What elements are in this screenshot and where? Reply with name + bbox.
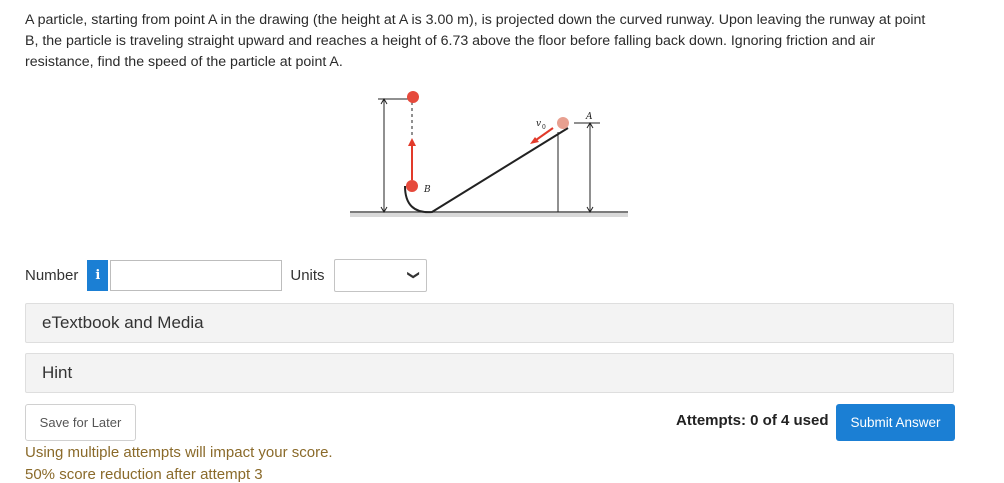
submit-answer-button[interactable]: Submit Answer <box>836 404 955 441</box>
hint-label: Hint <box>42 363 73 382</box>
hint-panel[interactable]: Hint <box>25 353 954 393</box>
label-a: A <box>585 112 593 122</box>
answer-row: Number i Units ❯ <box>25 259 427 292</box>
label-v0: v <box>536 119 541 129</box>
number-label: Number <box>25 267 79 284</box>
save-for-later-button[interactable]: Save for Later <box>25 404 136 441</box>
runway-curve <box>404 127 569 214</box>
label-v0-subscript: 0 <box>542 124 546 131</box>
attempts-count: Attempts: 0 of 4 used <box>676 412 829 429</box>
label-b: B <box>423 185 431 195</box>
etextbook-panel[interactable]: eTextbook and Media <box>25 303 954 343</box>
number-input[interactable] <box>110 260 283 291</box>
question-text: A particle, starting from point A in the… <box>25 12 926 70</box>
ball-top <box>407 91 419 103</box>
info-icon[interactable]: i <box>87 260 109 291</box>
etextbook-label: eTextbook and Media <box>42 313 204 332</box>
units-label: Units <box>290 267 325 284</box>
chevron-down-icon: ❯ <box>407 269 422 281</box>
attempts-warning: Using multiple attempts will impact your… <box>25 444 333 461</box>
ball-a <box>557 117 569 129</box>
score-reduction-note: 50% score reduction after attempt 3 <box>25 466 263 483</box>
units-select[interactable]: ❯ <box>333 259 427 292</box>
runway-diagram: A B v 0 <box>350 91 628 217</box>
ball-b <box>406 180 418 192</box>
runway-figure: A B v 0 <box>350 88 630 224</box>
